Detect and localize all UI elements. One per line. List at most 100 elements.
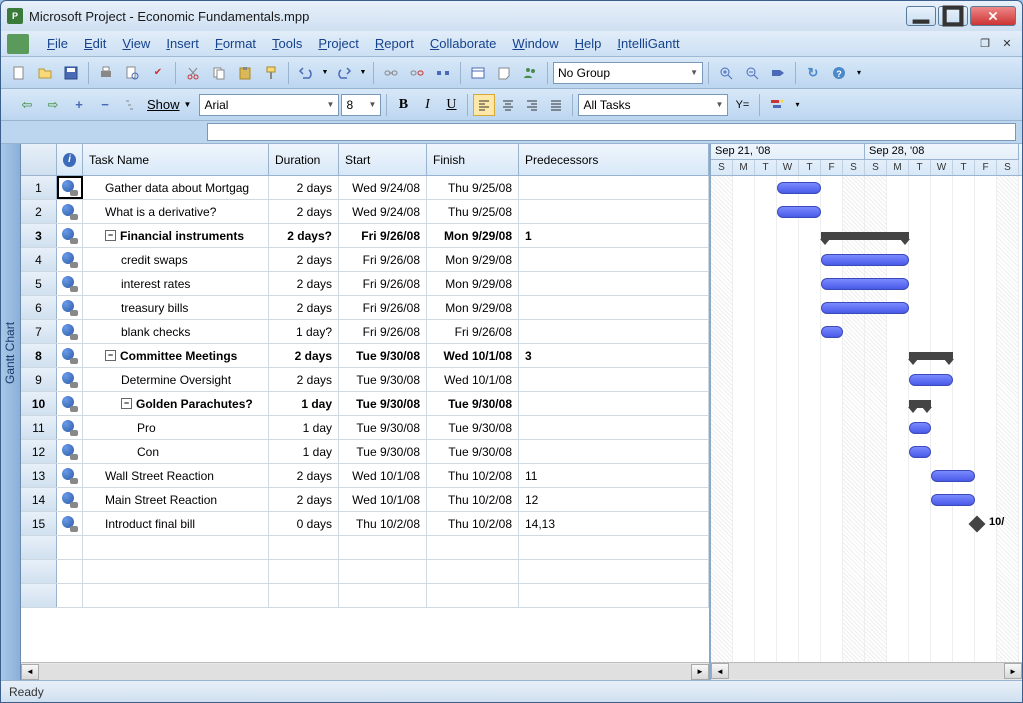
row-number[interactable]: 5 [21,272,57,295]
table-row[interactable]: 11Pro1 dayTue 9/30/08Tue 9/30/08 [21,416,709,440]
table-row[interactable]: 14Main Street Reaction2 daysWed 10/1/08T… [21,488,709,512]
autofilter-icon[interactable]: Y= [730,93,754,117]
gantt-task-bar[interactable] [931,470,975,482]
menu-tools[interactable]: Tools [264,34,310,53]
predecessors-cell[interactable] [519,392,709,415]
row-indicator[interactable] [57,392,83,415]
row-number[interactable]: 4 [21,248,57,271]
duration-cell[interactable]: 2 days [269,488,339,511]
task-name-cell[interactable]: Wall Street Reaction [83,464,269,487]
duration-cell[interactable]: 2 days [269,464,339,487]
row-number[interactable]: 6 [21,296,57,319]
task-name-cell[interactable]: Con [83,440,269,463]
table-row[interactable]: 5interest rates2 daysFri 9/26/08Mon 9/29… [21,272,709,296]
duration-cell[interactable]: 1 day [269,392,339,415]
start-cell[interactable]: Wed 9/24/08 [339,200,427,223]
scroll-left-icon[interactable]: ◄ [21,664,39,680]
predecessors-cell[interactable] [519,368,709,391]
table-row-empty[interactable] [21,536,709,560]
predecessors-cell[interactable] [519,320,709,343]
gantt-summary-bar[interactable] [909,400,931,408]
format-painter-icon[interactable] [259,61,283,85]
font-combo[interactable]: Arial▼ [199,94,339,116]
start-cell[interactable]: Wed 9/24/08 [339,176,427,199]
row-indicator[interactable] [57,176,83,199]
duration-cell[interactable]: 1 day? [269,320,339,343]
menu-window[interactable]: Window [504,34,566,53]
start-cell[interactable]: Tue 9/30/08 [339,416,427,439]
row-indicator[interactable] [57,512,83,535]
scroll-track[interactable] [39,664,691,680]
link-tasks-icon[interactable] [379,61,403,85]
row-indicator[interactable] [57,440,83,463]
predecessors-cell[interactable]: 11 [519,464,709,487]
predecessors-cell[interactable]: 14,13 [519,512,709,535]
paste-icon[interactable] [233,61,257,85]
gantt-task-bar[interactable] [777,206,821,218]
gantt-task-bar[interactable] [909,422,931,434]
row-number[interactable]: 12 [21,440,57,463]
copy-picture-icon[interactable]: ↻ [801,61,825,85]
menu-view[interactable]: View [114,34,158,53]
task-name-cell[interactable]: −Committee Meetings [83,344,269,367]
duration-cell[interactable]: 2 days [269,200,339,223]
undo-dropdown[interactable]: ▼ [320,61,330,85]
unlink-tasks-icon[interactable] [405,61,429,85]
row-indicator[interactable] [57,488,83,511]
goto-task-icon[interactable] [766,61,790,85]
predecessors-cell[interactable] [519,440,709,463]
task-info-icon[interactable] [466,61,490,85]
duration-cell[interactable]: 2 days [269,176,339,199]
gantt-hscroll[interactable]: ◄ ► [711,662,1022,680]
minimize-button[interactable] [906,6,936,26]
table-row[interactable]: 15Introduct final bill0 daysThu 10/2/08T… [21,512,709,536]
finish-cell[interactable]: Mon 9/29/08 [427,296,519,319]
menu-file[interactable]: File [39,34,76,53]
row-indicator[interactable] [57,320,83,343]
redo-dropdown[interactable]: ▼ [358,61,368,85]
task-name-cell[interactable]: Pro [83,416,269,439]
table-row[interactable]: 1Gather data about Mortgag2 daysWed 9/24… [21,176,709,200]
view-bar[interactable]: Gantt Chart [1,144,21,680]
predecessors-cell[interactable] [519,200,709,223]
gantt-scroll-left-icon[interactable]: ◄ [711,663,729,679]
row-number[interactable]: 15 [21,512,57,535]
gantt-task-bar[interactable] [821,254,909,266]
table-row[interactable]: 4credit swaps2 daysFri 9/26/08Mon 9/29/0… [21,248,709,272]
predecessors-cell[interactable] [519,176,709,199]
table-row[interactable]: 12Con1 dayTue 9/30/08Tue 9/30/08 [21,440,709,464]
row-number[interactable]: 9 [21,368,57,391]
task-name-cell[interactable]: Determine Oversight [83,368,269,391]
start-cell[interactable]: Tue 9/30/08 [339,440,427,463]
task-name-cell[interactable]: What is a derivative? [83,200,269,223]
new-icon[interactable] [7,61,31,85]
show-subtasks-icon[interactable]: + [67,93,91,117]
task-name-cell[interactable]: blank checks [83,320,269,343]
finish-cell[interactable]: Fri 9/26/08 [427,320,519,343]
gantt-summary-bar[interactable] [909,352,953,360]
print-icon[interactable] [94,61,118,85]
row-indicator[interactable] [57,200,83,223]
gantt-task-bar[interactable] [821,326,843,338]
scroll-right-icon[interactable]: ► [691,664,709,680]
indent-arrow-icon[interactable]: ⇨ [41,93,65,117]
menu-insert[interactable]: Insert [158,34,207,53]
gantt-task-bar[interactable] [909,446,931,458]
filter-combo[interactable]: All Tasks▼ [578,94,728,116]
duration-cell[interactable]: 2 days? [269,224,339,247]
table-row-empty[interactable] [21,584,709,608]
duration-cell[interactable]: 1 day [269,416,339,439]
gantt-task-bar[interactable] [821,302,909,314]
menu-intelligantt[interactable]: IntelliGantt [609,34,687,53]
zoom-in-icon[interactable] [714,61,738,85]
finish-cell[interactable]: Mon 9/29/08 [427,248,519,271]
menu-format[interactable]: Format [207,34,264,53]
show-label[interactable]: Show [145,97,182,112]
gantt-wizard-icon[interactable] [765,93,789,117]
italic-button[interactable]: I [416,94,438,116]
menu-collaborate[interactable]: Collaborate [422,34,505,53]
duration-cell[interactable]: 1 day [269,440,339,463]
row-number[interactable]: 14 [21,488,57,511]
outdent-arrow-icon[interactable]: ⇦ [15,93,39,117]
duration-cell[interactable]: 2 days [269,368,339,391]
